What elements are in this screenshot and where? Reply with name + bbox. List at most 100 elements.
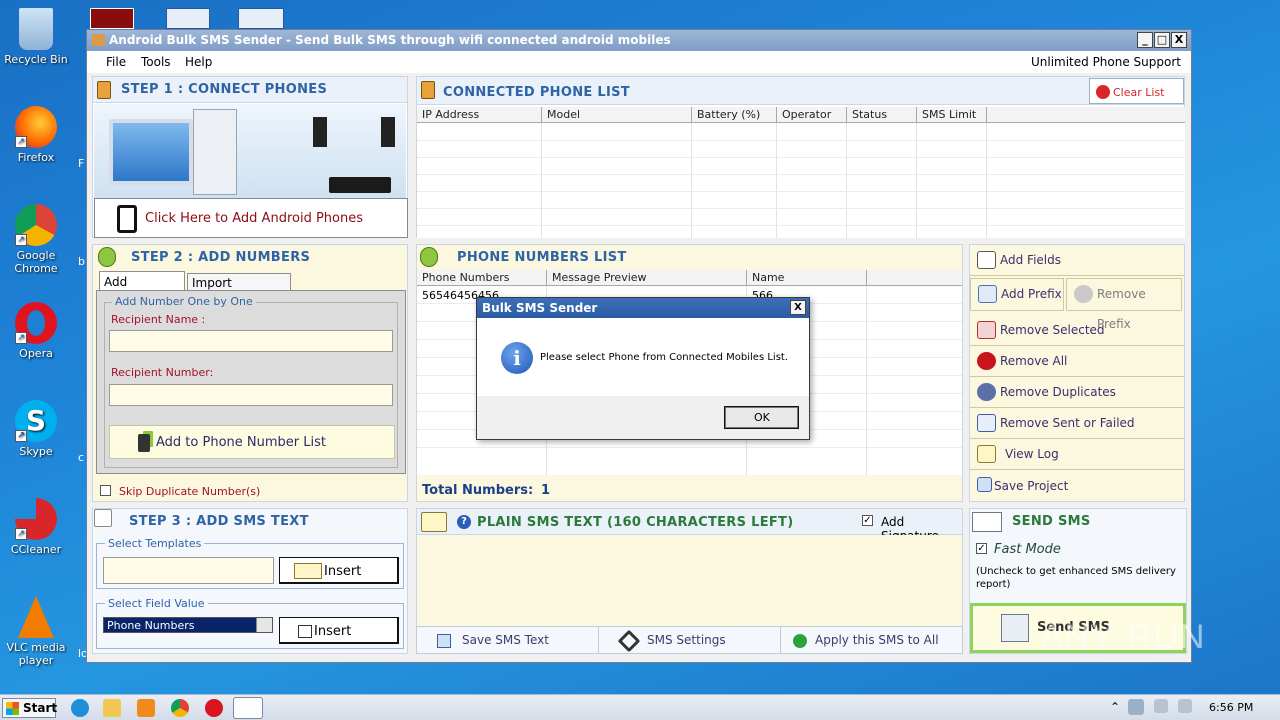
column-header[interactable]: Phone Numbers: [417, 270, 547, 286]
phone-icon: [421, 81, 435, 99]
fast-mode-checkbox[interactable]: ✓: [976, 543, 987, 554]
dialog-close-button[interactable]: X: [790, 300, 806, 315]
save-project-label: Save Project: [994, 479, 1069, 493]
clock-time[interactable]: 6:56 PM: [1209, 701, 1253, 714]
apply-sms-all-button[interactable]: Apply this SMS to All: [780, 626, 963, 654]
fast-mode-label: Fast Mode: [994, 542, 1061, 557]
desktop-icon-skype[interactable]: S ↗ Skype: [0, 400, 72, 458]
add-android-phones-button[interactable]: Click Here to Add Android Phones: [94, 198, 408, 238]
remove-prefix-icon: [1074, 285, 1093, 303]
column-header[interactable]: SMS Limit: [917, 107, 987, 123]
help-icon[interactable]: ?: [457, 515, 471, 529]
add-prefix-button[interactable]: Add Prefix: [970, 278, 1064, 311]
computer-monitor-icon: [109, 119, 193, 185]
remove-prefix-button[interactable]: Remove Prefix: [1066, 278, 1182, 331]
desktop-partial-label: b: [78, 255, 85, 268]
grid-line: [417, 208, 1185, 209]
menu-tools[interactable]: Tools: [141, 55, 171, 69]
tray-arrow-icon[interactable]: ⌃: [1110, 700, 1120, 714]
templates-select[interactable]: [103, 557, 274, 584]
add-fields-label: Add Fields: [1000, 253, 1061, 267]
flag-icon[interactable]: [1178, 699, 1192, 713]
desktop-icon-firefox[interactable]: ↗ Firefox: [0, 106, 72, 164]
minimize-button[interactable]: _: [1137, 32, 1153, 48]
notepad-icon: [294, 563, 322, 579]
word-doc-icon: [238, 8, 284, 29]
column-header[interactable]: Status: [847, 107, 917, 123]
volume-icon[interactable]: [1154, 699, 1168, 713]
column-header[interactable]: Model: [542, 107, 692, 123]
save-project-button[interactable]: Save Project: [970, 471, 1184, 502]
add-to-phone-list-button[interactable]: Add to Phone Number List: [109, 425, 395, 459]
grid-line: [417, 157, 1185, 158]
field-value-select[interactable]: Phone Numbers: [103, 617, 273, 633]
opera-icon: ↗: [15, 302, 57, 344]
sms-text-area[interactable]: [417, 535, 962, 623]
column-header[interactable]: Message Preview: [547, 270, 747, 286]
ie-icon[interactable]: [71, 699, 89, 717]
bulk-sms-app-icon[interactable]: [233, 697, 263, 719]
media-player-icon[interactable]: [137, 699, 155, 717]
remove-all-button[interactable]: Remove All: [970, 346, 1184, 377]
watermark-text: ANY RUN: [1040, 618, 1207, 656]
desktop-icon-opera[interactable]: ↗ Opera: [0, 302, 72, 360]
computer-tower-icon: [193, 109, 237, 195]
phone-list-title: PHONE NUMBERS LIST: [457, 250, 627, 265]
column-header[interactable]: Battery (%): [692, 107, 777, 123]
column-header[interactable]: Name: [747, 270, 867, 286]
skip-duplicates-label: Skip Duplicate Number(s): [119, 485, 261, 498]
remove-sent-failed-button[interactable]: Remove Sent or Failed: [970, 408, 1184, 439]
envelope-icon: [972, 512, 1002, 532]
tab-add-numbers[interactable]: Add Numbers: [99, 271, 185, 303]
close-button[interactable]: X: [1171, 32, 1187, 48]
recipient-name-input[interactable]: [109, 330, 393, 352]
connected-phones-table[interactable]: IP Address Model Battery (%) Operator St…: [417, 107, 1185, 238]
clear-list-button[interactable]: Clear List: [1089, 78, 1184, 104]
desktop-partial-label: c: [78, 451, 85, 464]
opera-icon[interactable]: [205, 699, 223, 717]
explorer-icon[interactable]: [103, 699, 121, 717]
remove-selected-label: Remove Selected: [1000, 323, 1105, 337]
view-log-button[interactable]: View Log: [970, 439, 1184, 470]
tab-import-numbers[interactable]: Import Numbers: [187, 273, 291, 304]
add-signature-checkbox[interactable]: ✓: [862, 515, 873, 526]
fast-mode-note: (Uncheck to get enhanced SMS delivery re…: [976, 566, 1176, 590]
insert-field-button[interactable]: Insert: [279, 617, 399, 644]
maximize-button[interactable]: □: [1154, 32, 1170, 48]
remove-selected-button[interactable]: Remove Selected: [970, 315, 1184, 346]
column-header[interactable]: IP Address: [417, 107, 542, 123]
remove-sent-failed-label: Remove Sent or Failed: [1000, 416, 1135, 430]
save-sms-text-button[interactable]: Save SMS Text: [416, 626, 599, 654]
desktop-icon-recycle-bin[interactable]: Recycle Bin: [0, 8, 72, 66]
add-phones-label: Click Here to Add Android Phones: [145, 211, 363, 226]
dialog-ok-button[interactable]: OK: [724, 406, 799, 429]
menu-help[interactable]: Help: [185, 55, 212, 69]
total-numbers-value: 1: [541, 483, 551, 498]
menu-file[interactable]: File: [106, 55, 126, 69]
notepad-icon: [977, 445, 996, 463]
firefox-icon: ↗: [15, 106, 57, 148]
save-project-icon: [977, 477, 992, 492]
step2-panel: STEP 2 : ADD NUMBERS Add Numbers Import …: [92, 244, 408, 502]
column-header[interactable]: Operator: [777, 107, 847, 123]
desktop-icon-vlc[interactable]: VLC media player: [0, 596, 72, 667]
step1-panel: STEP 1 : CONNECT PHONES Click Here to Ad…: [92, 76, 408, 238]
wifi-router-icon: [329, 177, 391, 193]
sms-settings-button[interactable]: SMS Settings: [598, 626, 781, 654]
grid-line: [417, 447, 962, 448]
insert-template-button[interactable]: Insert: [279, 557, 399, 584]
step3-title: STEP 3 : ADD SMS TEXT: [129, 514, 309, 529]
network-icon[interactable]: [1128, 699, 1144, 715]
add-to-phone-list-label: Add to Phone Number List: [156, 435, 326, 450]
chrome-icon[interactable]: [171, 699, 189, 717]
remove-duplicates-button[interactable]: Remove Duplicates: [970, 377, 1184, 408]
taskbar: Start ⌃ 6:56 PM: [0, 694, 1280, 720]
desktop-icon-ccleaner[interactable]: ↗ CCleaner: [0, 498, 72, 556]
start-button[interactable]: Start: [2, 698, 57, 718]
grid-line: [417, 174, 1185, 175]
recipient-number-input[interactable]: [109, 384, 393, 406]
add-fields-button[interactable]: Add Fields: [970, 245, 1184, 276]
skip-duplicates-checkbox[interactable]: [100, 485, 111, 496]
spin-arrows-icon: [256, 618, 272, 632]
desktop-icon-chrome[interactable]: ↗ Google Chrome: [0, 204, 72, 275]
